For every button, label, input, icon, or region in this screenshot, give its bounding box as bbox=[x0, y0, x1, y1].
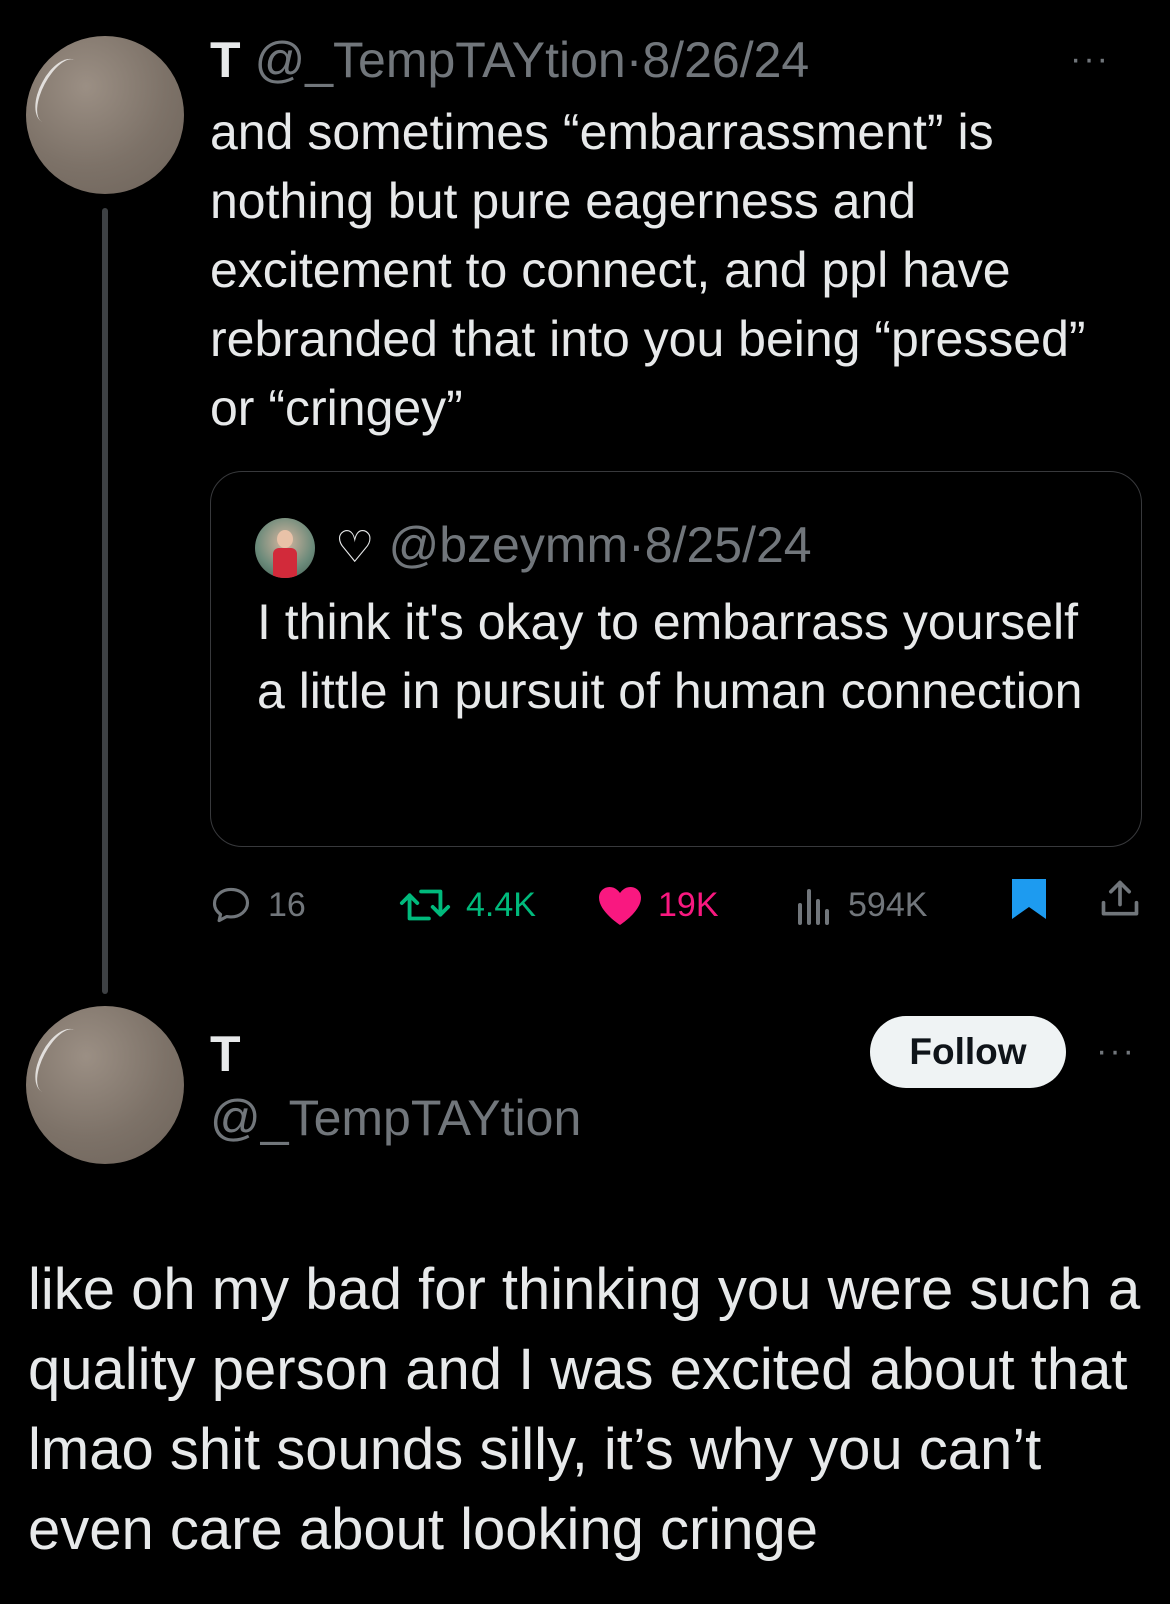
author-name[interactable]: T bbox=[210, 32, 241, 88]
repost-button[interactable]: 4.4K bbox=[398, 877, 536, 933]
author-avatar[interactable] bbox=[25, 1006, 184, 1164]
separator-dot: · bbox=[628, 517, 645, 573]
author-name[interactable]: T bbox=[210, 1024, 241, 1084]
like-count: 19K bbox=[658, 886, 719, 924]
repost-icon bbox=[399, 889, 451, 921]
avatar-shine bbox=[25, 51, 92, 131]
author-avatar[interactable] bbox=[25, 36, 184, 194]
more-options-icon[interactable]: ··· bbox=[1070, 42, 1110, 76]
reply-button[interactable]: 16 bbox=[208, 877, 306, 933]
quoted-author-avatar[interactable] bbox=[255, 518, 315, 578]
avatar-shine bbox=[25, 1021, 92, 1101]
tweet-text: and sometimes “embarrassment” is nothing… bbox=[210, 104, 1086, 436]
repost-count: 4.4K bbox=[466, 886, 536, 924]
bookmark-button[interactable] bbox=[1010, 877, 1048, 921]
quoted-tweet[interactable]: ♡ @bzeymm·8/25/24 I think it's okay to em… bbox=[210, 471, 1142, 847]
view-count: 594K bbox=[848, 886, 928, 924]
quoted-author-handle[interactable]: @bzeymm bbox=[388, 517, 628, 573]
avatar-face bbox=[277, 530, 293, 548]
share-icon bbox=[1101, 880, 1139, 916]
author-handle[interactable]: @_TempTAYtion bbox=[210, 1088, 581, 1148]
like-button[interactable]: 19K bbox=[596, 877, 719, 933]
avatar-shirt bbox=[273, 548, 297, 578]
bookmark-icon bbox=[1012, 879, 1046, 919]
more-options-icon[interactable]: ··· bbox=[1096, 1034, 1136, 1068]
reply-icon bbox=[212, 887, 250, 923]
quoted-tweet-date[interactable]: 8/25/24 bbox=[645, 517, 812, 573]
reply-count: 16 bbox=[268, 886, 306, 924]
tweet-date[interactable]: 8/26/24 bbox=[642, 32, 809, 88]
quoted-tweet-header: ♡ @bzeymm·8/25/24 bbox=[335, 514, 812, 579]
quoted-tweet-text: I think it's okay to embarrass yourself … bbox=[257, 594, 1083, 719]
share-button[interactable] bbox=[1098, 877, 1142, 921]
quoted-author-name[interactable]: ♡ bbox=[335, 523, 374, 572]
views-chart-icon bbox=[798, 889, 829, 925]
heart-icon bbox=[599, 887, 641, 925]
follow-button[interactable]: Follow bbox=[870, 1016, 1066, 1088]
author-handle[interactable]: @_TempTAYtion bbox=[254, 32, 625, 88]
separator-dot: · bbox=[625, 32, 643, 88]
tweet-action-bar: 16 4.4K 19K 594K bbox=[0, 877, 1170, 933]
tweet-header: T @_TempTAYtion·8/26/24 bbox=[210, 30, 809, 90]
views-button[interactable]: 594K bbox=[794, 877, 927, 933]
tweet-text: like oh my bad for thinking you were suc… bbox=[28, 1257, 1141, 1562]
